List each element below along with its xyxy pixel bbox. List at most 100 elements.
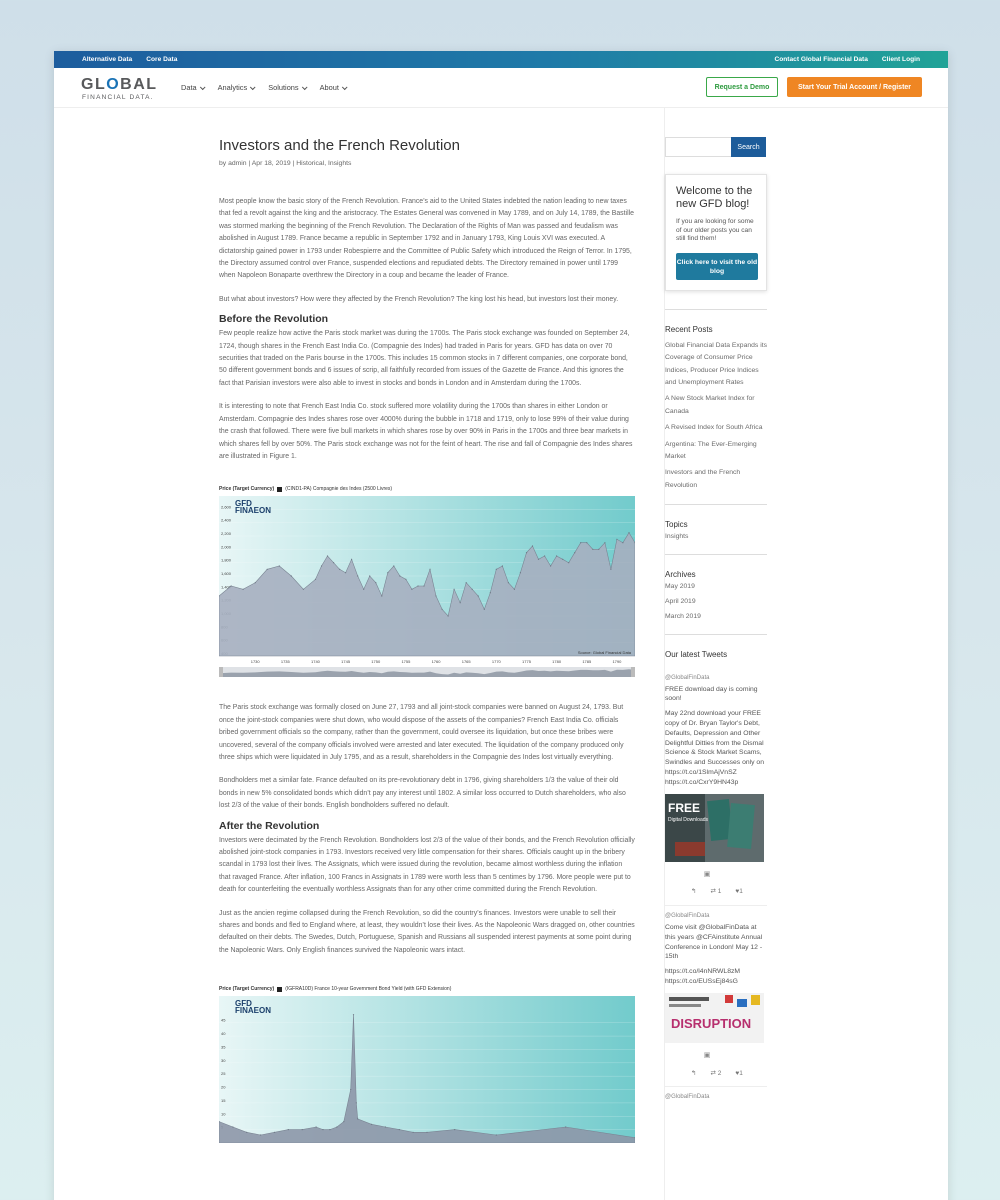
tweet-card: @GlobalFinData [665, 1093, 767, 1103]
request-demo-button[interactable]: Request a Demo [706, 77, 778, 97]
recent-post-link[interactable]: A New Stock Market Index for Canada [665, 393, 769, 418]
paragraph-volatility: It is interesting to note that French Ea… [219, 403, 633, 460]
data-point [369, 575, 371, 577]
search-form: Search [665, 137, 783, 157]
chart1-header: Price (Target Currency) (CIND1-PA) Compag… [219, 485, 635, 493]
recent-post-link[interactable]: Global Financial Data Expands its Covera… [665, 340, 769, 390]
data-point [405, 579, 407, 581]
data-point [604, 542, 606, 544]
image-icon[interactable]: ▣ [665, 870, 749, 880]
reply-icon[interactable]: ↰ [691, 887, 696, 897]
search-button[interactable]: Search [731, 137, 766, 157]
nav-about[interactable]: About [320, 83, 348, 92]
archive-link[interactable]: April 2019 [665, 596, 769, 608]
data-point [393, 565, 395, 567]
data-point [345, 572, 347, 574]
data-point [525, 552, 528, 554]
nav-solutions[interactable]: Solutions [268, 83, 308, 92]
data-point [315, 1126, 317, 1128]
retweet-button[interactable]: ⇄ 1 [710, 887, 721, 897]
archive-link[interactable]: May 2019 [665, 581, 769, 593]
data-point [483, 609, 485, 611]
tweet-image-free-downloads[interactable]: FREE Digital Downloads [665, 793, 764, 862]
data-point [329, 1129, 331, 1131]
data-point [616, 539, 618, 541]
data-point [477, 595, 479, 597]
data-point [363, 589, 365, 591]
meta-author-link[interactable]: admin [228, 160, 247, 167]
chart2-header: Price (Target Currency) (IGFRA10D) France… [219, 985, 635, 993]
like-button[interactable]: ♥1 [735, 1069, 742, 1079]
data-point [586, 542, 588, 544]
image-icon[interactable]: ▣ [665, 1051, 749, 1061]
chevron-down-icon [341, 83, 348, 90]
data-point [459, 602, 461, 604]
archive-link[interactable]: March 2019 [665, 611, 769, 623]
tweet-text: FREE download day is coming soon! [665, 685, 758, 703]
book-cover [727, 802, 755, 849]
old-blog-button[interactable]: Click here to visit the old blog [676, 252, 758, 280]
recent-posts-heading: Recent Posts [665, 324, 713, 334]
data-point [411, 589, 413, 591]
data-point [550, 565, 552, 567]
logo-word-pre: GL [81, 75, 107, 93]
data-point [495, 1134, 497, 1136]
x-tick-label: 1750 [371, 659, 381, 664]
topbar-link-contact[interactable]: Contact Global Financial Data [774, 56, 867, 63]
tweet-image-disruption-label: DISRUPTION [671, 1016, 751, 1031]
topbar-link-alternative-data[interactable]: Alternative Data [82, 56, 132, 63]
data-point [357, 575, 359, 577]
paragraph-intro: Most people know the basic story of the … [219, 198, 634, 280]
search-input[interactable] [665, 137, 731, 157]
meta-category-insights[interactable]: Insights [328, 160, 351, 167]
data-point [301, 1129, 303, 1131]
tweet-handle[interactable]: @GlobalFinData [665, 674, 767, 684]
like-button[interactable]: ♥1 [735, 887, 742, 897]
x-tick-label: 1765 [462, 659, 472, 664]
color-block [725, 994, 733, 1003]
reply-icon[interactable]: ↰ [691, 1069, 696, 1079]
divider [665, 504, 767, 506]
top-bar: Alternative Data Core Data Contact Globa… [54, 51, 948, 68]
divider [665, 308, 767, 310]
tweet-handle[interactable]: @GlobalFinData [665, 912, 767, 922]
x-tick-label: 1775 [522, 659, 532, 664]
data-point [290, 575, 292, 577]
topics-list: Insights [665, 531, 783, 543]
data-point [375, 582, 377, 584]
nav-data-label: Data [181, 83, 197, 92]
x-tick-label: 1770 [492, 659, 502, 664]
tweet-handle[interactable]: @GlobalFinData [665, 1093, 767, 1103]
y-tick-label: 45 [221, 1018, 226, 1023]
recent-post-link[interactable]: Investors and the French Revolution [665, 467, 769, 492]
topic-link-insights[interactable]: Insights [665, 531, 769, 543]
data-point [387, 572, 389, 574]
data-point [441, 609, 443, 611]
tweet-image-disruption[interactable]: DISRUPTION [665, 992, 764, 1043]
retweet-button[interactable]: ⇄ 2 [710, 1069, 721, 1079]
archives-list: May 2019 April 2019 March 2019 [665, 581, 783, 624]
data-point [610, 569, 612, 571]
recent-post-link[interactable]: Argentina: The Ever-Emerging Market [665, 439, 769, 464]
nav-analytics[interactable]: Analytics [218, 83, 256, 92]
data-point [574, 552, 576, 554]
recent-post-link[interactable]: A Revised Index for South Africa [665, 422, 769, 434]
topbar-link-client-login[interactable]: Client Login [882, 56, 920, 63]
navigator-handle-left [219, 667, 223, 678]
meta-category-historical[interactable]: Historical [296, 160, 324, 167]
start-trial-button[interactable]: Start Your Trial Account / Register [787, 77, 922, 97]
welcome-title: Welcome to the new GFD blog! [676, 185, 753, 210]
gfd-logo[interactable]: GLOBAL FINANCIAL DATA. [81, 74, 169, 102]
chevron-down-icon [301, 83, 308, 90]
data-point [454, 1129, 456, 1131]
nav-data[interactable]: Data [181, 83, 206, 92]
data-point [370, 1123, 373, 1126]
y-tick-label: 1,800 [221, 558, 232, 563]
data-point [568, 562, 570, 564]
tweet-text: https://t.co/l4nNRWL8zM https://t.co/EUS… [665, 968, 741, 986]
sidebar: Search Welcome to the new GFD blog! If y… [665, 131, 783, 1104]
chart2-title: Price (Target Currency) [219, 986, 275, 993]
logo-subtitle: FINANCIAL DATA. [82, 93, 154, 101]
topbar-link-core-data[interactable]: Core Data [146, 56, 177, 63]
x-tick-label: 1755 [401, 659, 411, 664]
